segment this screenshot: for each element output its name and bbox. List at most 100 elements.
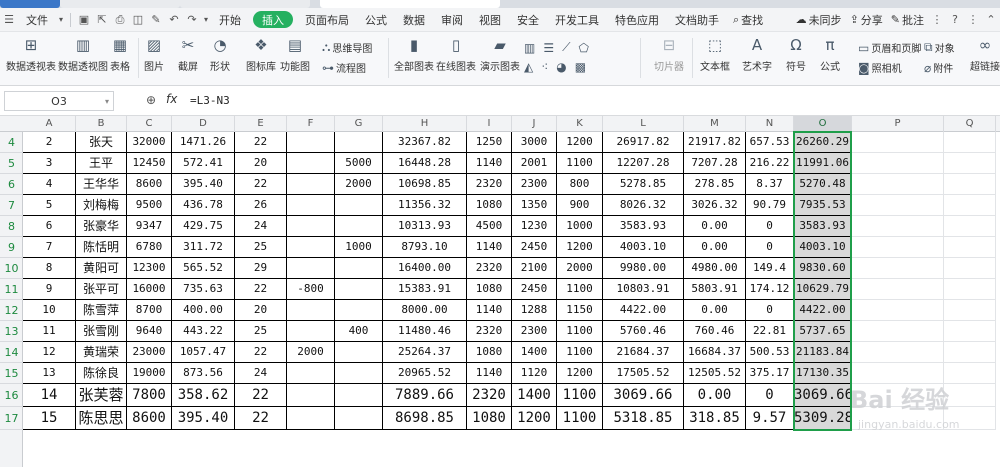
cell-o5[interactable]: 11991.06 [794, 153, 852, 174]
cell-o14[interactable]: 21183.84 [794, 342, 852, 363]
cell-l15[interactable]: 17505.52 [603, 363, 684, 384]
cell-i17[interactable]: 1080 [467, 407, 512, 430]
preview-icon[interactable]: ◫ [129, 8, 147, 32]
cell-l6[interactable]: 5278.85 [603, 174, 684, 195]
cell-m11[interactable]: 5803.91 [684, 279, 746, 300]
cell-b15[interactable]: 陈徐良 [76, 363, 127, 384]
cell-p6[interactable] [852, 174, 944, 195]
cell-e6[interactable]: 22 [235, 174, 287, 195]
cell-c10[interactable]: 12300 [127, 258, 172, 279]
cell-a14[interactable]: 12 [23, 342, 76, 363]
cell-q8[interactable] [944, 216, 996, 237]
icon-library-button[interactable]: ❖ 图标库 [246, 36, 276, 73]
cell-p9[interactable] [852, 237, 944, 258]
cell-b17[interactable]: 陈思思 [76, 407, 127, 430]
row-header-11[interactable]: 11 [0, 279, 23, 300]
formula-button[interactable]: π 公式 [820, 36, 840, 73]
row-header-5[interactable]: 5 [0, 153, 23, 174]
cell-f6[interactable] [287, 174, 335, 195]
cell-h7[interactable]: 11356.32 [383, 195, 467, 216]
cell-c5[interactable]: 12450 [127, 153, 172, 174]
cell-k16[interactable]: 1100 [557, 384, 603, 407]
cell-n13[interactable]: 22.81 [746, 321, 794, 342]
cell-j11[interactable]: 2450 [512, 279, 557, 300]
radar-chart-icon[interactable]: ⬠ [579, 41, 589, 55]
cell-j6[interactable]: 2300 [512, 174, 557, 195]
cell-l10[interactable]: 9980.00 [603, 258, 684, 279]
column-header-g[interactable]: G [335, 116, 383, 132]
column-header-m[interactable]: M [684, 116, 746, 132]
sync-status[interactable]: ☁ 未同步 [792, 8, 846, 32]
zoom-icon[interactable]: ⊕ [146, 93, 156, 107]
cell-k5[interactable]: 1100 [557, 153, 603, 174]
cell-o12[interactable]: 4422.00 [794, 300, 852, 321]
cell-j8[interactable]: 1230 [512, 216, 557, 237]
cell-h17[interactable]: 8698.85 [383, 407, 467, 430]
cell-c11[interactable]: 16000 [127, 279, 172, 300]
cell-a15[interactable]: 13 [23, 363, 76, 384]
cell-a4[interactable]: 2 [23, 132, 76, 153]
cell-b11[interactable]: 张平可 [76, 279, 127, 300]
cell-m15[interactable]: 12505.52 [684, 363, 746, 384]
cell-e9[interactable]: 25 [235, 237, 287, 258]
cell-h6[interactable]: 10698.85 [383, 174, 467, 195]
cell-e5[interactable]: 20 [235, 153, 287, 174]
cell-l11[interactable]: 10803.91 [603, 279, 684, 300]
cell-n4[interactable]: 657.53 [746, 132, 794, 153]
cell-p12[interactable] [852, 300, 944, 321]
scatter-chart-icon[interactable]: ⁖ [541, 60, 548, 74]
column-header-q[interactable]: Q [944, 116, 996, 132]
cell-e15[interactable]: 24 [235, 363, 287, 384]
column-header-n[interactable]: N [746, 116, 794, 132]
cell-n9[interactable]: 0 [746, 237, 794, 258]
cell-n15[interactable]: 375.17 [746, 363, 794, 384]
column-header-k[interactable]: K [557, 116, 603, 132]
tab-security[interactable]: 安全 [509, 8, 547, 32]
cell-f17[interactable] [287, 407, 335, 430]
tab-features[interactable]: 特色应用 [607, 8, 667, 32]
cell-l5[interactable]: 12207.28 [603, 153, 684, 174]
cell-f13[interactable] [287, 321, 335, 342]
cell-k15[interactable]: 1200 [557, 363, 603, 384]
row-header-7[interactable]: 7 [0, 195, 23, 216]
cell-g15[interactable] [335, 363, 383, 384]
cell-k6[interactable]: 800 [557, 174, 603, 195]
hyperlink-button[interactable]: ∞ 超链接 [970, 36, 1000, 73]
cell-i7[interactable]: 1080 [467, 195, 512, 216]
cell-h11[interactable]: 15383.91 [383, 279, 467, 300]
column-header-l[interactable]: L [603, 116, 684, 132]
tab-formulas[interactable]: 公式 [357, 8, 395, 32]
cell-o7[interactable]: 7935.53 [794, 195, 852, 216]
area-chart-icon[interactable]: ◭ [524, 60, 533, 74]
cell-j12[interactable]: 1288 [512, 300, 557, 321]
cell-d7[interactable]: 436.78 [172, 195, 235, 216]
cell-b9[interactable]: 陈恬明 [76, 237, 127, 258]
column-chart-icon[interactable]: ▥ [524, 41, 535, 55]
cell-g8[interactable] [335, 216, 383, 237]
cell-p8[interactable] [852, 216, 944, 237]
cell-q5[interactable] [944, 153, 996, 174]
cell-m14[interactable]: 16684.37 [684, 342, 746, 363]
cell-h8[interactable]: 10313.93 [383, 216, 467, 237]
cell-i6[interactable]: 2320 [467, 174, 512, 195]
cell-n14[interactable]: 500.53 [746, 342, 794, 363]
cell-m6[interactable]: 278.85 [684, 174, 746, 195]
column-header-b[interactable]: B [76, 116, 127, 132]
cell-b14[interactable]: 黄瑞荣 [76, 342, 127, 363]
cell-g7[interactable] [335, 195, 383, 216]
cell-i12[interactable]: 1140 [467, 300, 512, 321]
cell-g17[interactable] [335, 407, 383, 430]
cell-e13[interactable]: 25 [235, 321, 287, 342]
cell-c6[interactable]: 8600 [127, 174, 172, 195]
cell-n17[interactable]: 9.57 [746, 407, 794, 430]
cell-k12[interactable]: 1150 [557, 300, 603, 321]
cell-o16[interactable]: 3069.66 [794, 384, 852, 407]
tab-doc-assistant[interactable]: 文档助手 [667, 8, 727, 32]
cell-c9[interactable]: 6780 [127, 237, 172, 258]
column-header-o[interactable]: O [794, 116, 852, 132]
cell-h12[interactable]: 8000.00 [383, 300, 467, 321]
cell-q12[interactable] [944, 300, 996, 321]
cell-b8[interactable]: 张豪华 [76, 216, 127, 237]
cell-d12[interactable]: 400.00 [172, 300, 235, 321]
cell-o9[interactable]: 4003.10 [794, 237, 852, 258]
